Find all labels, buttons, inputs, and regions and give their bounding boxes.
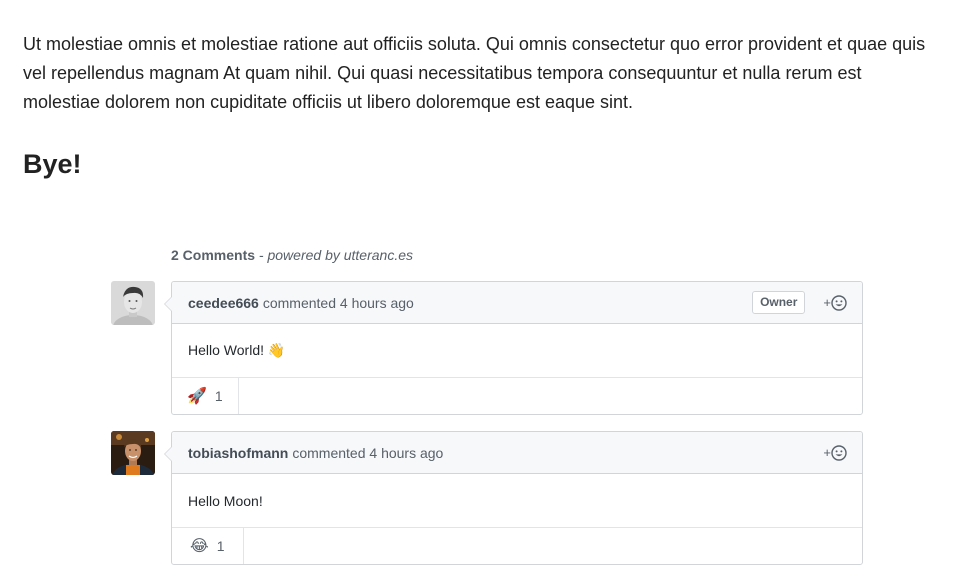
- smiley-icon: [831, 444, 847, 461]
- laughing-icon: 😂: [190, 538, 209, 555]
- avatar-photo-icon: [111, 431, 155, 475]
- comment-body: Hello Moon!: [172, 474, 862, 528]
- reaction-rocket-button[interactable]: 🚀 1: [172, 378, 239, 414]
- owner-badge: Owner: [752, 291, 806, 314]
- reactions-bar: 🚀 1: [172, 378, 862, 414]
- comment-card: tobiashofmann commented 4 hours ago + He…: [164, 431, 863, 565]
- comment-time[interactable]: 4 hours ago: [369, 445, 443, 461]
- comments-count: 2 Comments: [171, 247, 256, 263]
- article-heading: Bye!: [23, 149, 82, 179]
- comment-action: commented: [292, 444, 366, 461]
- powered-by[interactable]: - powered by utteranc.es: [255, 247, 413, 263]
- comment-body: Hello World! 👋: [172, 324, 862, 378]
- avatar[interactable]: [111, 431, 155, 475]
- avatar[interactable]: [111, 281, 155, 325]
- reaction-count: 1: [214, 388, 223, 404]
- add-reaction-button[interactable]: +: [823, 294, 847, 311]
- comment-card: ceedee666 commented 4 hours ago Owner + …: [164, 281, 863, 415]
- article-paragraph: Ut molestiae omnis et molestiae ratione …: [23, 34, 926, 112]
- comment-time[interactable]: 4 hours ago: [340, 295, 414, 311]
- add-reaction-button[interactable]: +: [823, 444, 847, 461]
- plus-label: +: [823, 445, 831, 460]
- rocket-icon: 🚀: [187, 388, 207, 405]
- comment-action: commented: [262, 294, 336, 311]
- avatar-photo-icon: [111, 281, 155, 325]
- comment-header: ceedee666 commented 4 hours ago Owner +: [172, 282, 862, 324]
- reactions-bar: 😂 1: [172, 528, 862, 564]
- plus-label: +: [823, 295, 831, 310]
- smiley-icon: [831, 294, 847, 311]
- comment-header: tobiashofmann commented 4 hours ago +: [172, 432, 862, 474]
- reaction-count: 1: [216, 538, 225, 554]
- comments-header: 2 Comments - powered by utteranc.es: [171, 246, 413, 264]
- comment-author[interactable]: ceedee666: [188, 295, 259, 311]
- reaction-laugh-button[interactable]: 😂 1: [172, 528, 244, 564]
- comment-author[interactable]: tobiashofmann: [188, 445, 288, 461]
